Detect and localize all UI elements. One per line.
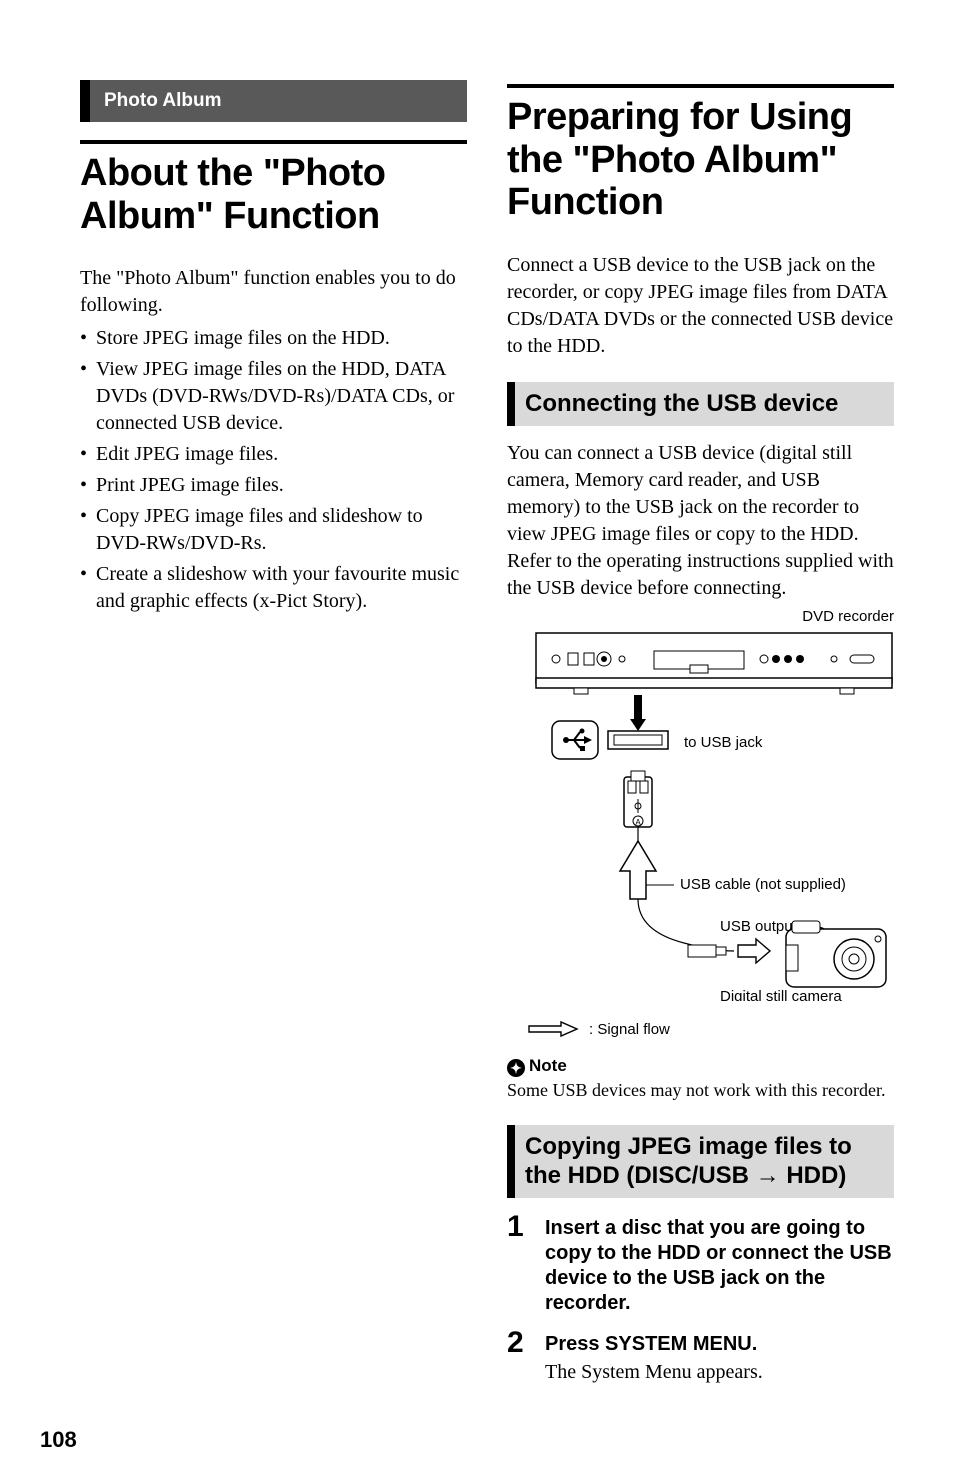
sub1-body: You can connect a USB device (digital st… xyxy=(507,440,894,602)
section-tag: Photo Album xyxy=(80,80,467,122)
to-usb-jack-label: to USB jack xyxy=(684,734,763,751)
signal-flow-arrow-icon xyxy=(527,1020,579,1038)
note-icon: ✦ xyxy=(507,1059,525,1077)
subheading-copying-jpeg: Copying JPEG image files to the HDD (DIS… xyxy=(507,1125,894,1199)
list-item: Create a slideshow with your favourite m… xyxy=(80,561,467,615)
list-item: Edit JPEG image files. xyxy=(80,441,467,468)
right-column: Preparing for Using the "Photo Album" Fu… xyxy=(507,80,894,1395)
subheading-connecting-usb: Connecting the USB device xyxy=(507,382,894,427)
step-number: 1 xyxy=(507,1212,531,1318)
page: Photo Album About the "Photo Album" Func… xyxy=(0,0,954,1483)
left-bullet-list: Store JPEG image files on the HDD. View … xyxy=(80,325,467,615)
signal-flow-label: : Signal flow xyxy=(589,1021,670,1038)
left-heading: About the "Photo Album" Function xyxy=(80,140,467,237)
left-column: Photo Album About the "Photo Album" Func… xyxy=(80,80,467,1395)
step-desc: The System Menu appears. xyxy=(545,1359,894,1385)
two-columns: Photo Album About the "Photo Album" Func… xyxy=(80,80,894,1395)
right-heading: Preparing for Using the "Photo Album" Fu… xyxy=(507,84,894,224)
note-heading: ✦Note xyxy=(507,1056,894,1077)
svg-text:A: A xyxy=(635,818,641,827)
right-intro: Connect a USB device to the USB jack on … xyxy=(507,252,894,360)
step: 1 Insert a disc that you are going to co… xyxy=(507,1212,894,1318)
left-intro: The "Photo Album" function enables you t… xyxy=(80,265,467,319)
list-item: Copy JPEG image files and slideshow to D… xyxy=(80,503,467,557)
step-number: 2 xyxy=(507,1328,531,1385)
diagram-svg: to USB jack A xyxy=(534,631,894,1001)
camera-label: Digital still camera xyxy=(720,988,842,1001)
steps-list: 1 Insert a disc that you are going to co… xyxy=(507,1212,894,1385)
signal-flow-legend: : Signal flow xyxy=(527,1020,894,1038)
connection-diagram: DVD recorder xyxy=(507,608,894,1038)
page-number: 108 xyxy=(40,1427,77,1453)
note-heading-text: Note xyxy=(529,1056,567,1075)
step-title: Press SYSTEM MENU. xyxy=(545,1332,894,1357)
note-body: Some USB devices may not work with this … xyxy=(507,1079,894,1102)
usb-output-label: USB output xyxy=(720,918,798,935)
step-title: Insert a disc that you are going to copy… xyxy=(545,1216,894,1316)
step: 2 Press SYSTEM MENU. The System Menu app… xyxy=(507,1328,894,1385)
list-item: Store JPEG image files on the HDD. xyxy=(80,325,467,352)
usb-cable-label: USB cable (not supplied) xyxy=(680,876,846,893)
camera-icon xyxy=(786,921,886,987)
recorder-label: DVD recorder xyxy=(507,608,894,625)
list-item: Print JPEG image files. xyxy=(80,472,467,499)
list-item: View JPEG image files on the HDD, DATA D… xyxy=(80,356,467,437)
